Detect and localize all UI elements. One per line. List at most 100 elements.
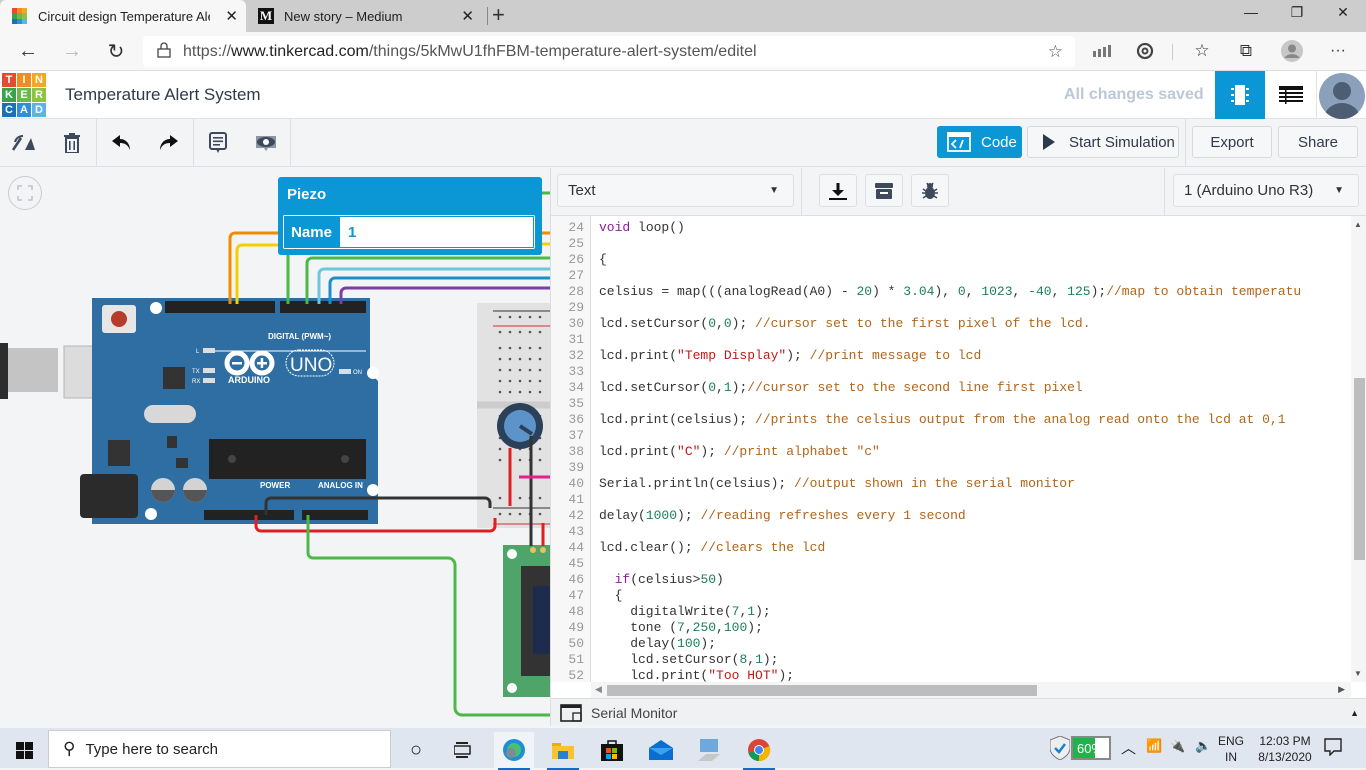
code-line[interactable]: lcd.print("Too HOT"); [599, 668, 794, 682]
edge-app[interactable] [494, 732, 534, 770]
scroll-up-icon[interactable]: ▲ [1354, 220, 1362, 229]
board-dropdown[interactable]: 1 (Arduino Uno R3) ▼ [1173, 174, 1359, 207]
show-hidden-icons[interactable]: ︿ [1121, 737, 1136, 758]
more-menu-icon[interactable]: ··· [1324, 38, 1352, 64]
horizontal-scroll-thumb[interactable] [607, 685, 1037, 696]
code-line[interactable]: digitalWrite(7,1); [599, 604, 770, 620]
mail-app[interactable] [641, 732, 681, 768]
extension-icon[interactable] [1131, 38, 1159, 64]
code-line[interactable]: { [599, 252, 607, 268]
code-line[interactable]: lcd.print(celsius); //prints the celsius… [599, 412, 1286, 428]
user-avatar[interactable] [1319, 73, 1365, 119]
circuit-view-button[interactable] [1215, 71, 1265, 119]
debugger-button[interactable] [911, 174, 949, 207]
download-code-button[interactable] [819, 174, 857, 207]
favorite-star-icon[interactable]: ☆ [1048, 42, 1063, 62]
chrome-app[interactable] [739, 732, 779, 770]
volume-icon[interactable]: 🔈 [1195, 738, 1211, 754]
code-line[interactable]: void loop() [599, 220, 685, 236]
code-label: Code [981, 133, 1017, 151]
export-button[interactable]: Export [1192, 126, 1272, 158]
notifications-icon[interactable] [1324, 738, 1342, 761]
defender-icon[interactable] [1049, 735, 1071, 761]
start-simulation-button[interactable]: Start Simulation [1027, 126, 1179, 158]
code-line[interactable]: lcd.setCursor(0,0); //cursor set to the … [599, 316, 1091, 332]
rotate-button[interactable] [10, 129, 38, 157]
horizontal-scrollbar[interactable]: ◀ ▶ [591, 682, 1351, 698]
line-number-gutter: 24 25 26 27 28 29 30 31 32 33 34 35 36 37 38 39 40 41 42 43… [551, 216, 591, 682]
line-number: 44 [568, 540, 584, 555]
serial-monitor-bar[interactable]: Serial Monitor ▲ [551, 698, 1366, 726]
start-button[interactable] [4, 732, 44, 768]
code-line[interactable]: lcd.clear(); //clears the lcd [599, 540, 825, 556]
language-indicator[interactable]: ENG IN [1218, 733, 1244, 765]
download-icon [829, 182, 847, 200]
minimize-icon[interactable]: — [1228, 0, 1274, 24]
code-line[interactable]: lcd.print("Temp Display"); //print messa… [599, 348, 981, 364]
redo-button[interactable] [154, 129, 182, 157]
tinkercad-logo[interactable]: TIN KER CAD [2, 73, 46, 117]
undo-button[interactable] [108, 129, 136, 157]
breadboard-hole [528, 390, 532, 394]
taskbar-search[interactable]: ⚲ Type here to search [48, 730, 391, 768]
restore-icon[interactable]: ❐ [1274, 0, 1320, 24]
breadboard-hole [518, 368, 522, 372]
chrome-icon [748, 739, 771, 762]
scroll-down-icon[interactable]: ▼ [1354, 669, 1362, 678]
notes-button[interactable] [204, 129, 232, 157]
code-line[interactable]: lcd.setCursor(8,1); [599, 652, 778, 668]
tab-tinkercad[interactable]: Circuit design Temperature Alert ✕ [0, 0, 246, 32]
circuit-canvas[interactable]: DIGITAL (PWM~) UNO ARDUINO L TX RX ON PO… [0, 168, 550, 726]
back-icon[interactable]: ← [14, 38, 42, 64]
code-line[interactable]: delay(100); [599, 636, 716, 652]
code-line[interactable]: { [599, 588, 623, 604]
share-button[interactable]: Share [1278, 126, 1358, 158]
code-line[interactable]: lcd.setCursor(0,1);//cursor set to the s… [599, 380, 1083, 396]
code-line[interactable]: Serial.println(celsius); //output shown … [599, 476, 1075, 492]
notes-visibility-button[interactable] [252, 129, 280, 157]
code-button[interactable]: Code [937, 126, 1022, 158]
code-line[interactable]: if(celsius>50) [599, 572, 724, 588]
code-editor[interactable]: 24 25 26 27 28 29 30 31 32 33 34 35 36 37 38 39 40 41 42 43… [551, 216, 1351, 682]
project-title[interactable]: Temperature Alert System [65, 85, 261, 105]
new-tab-button[interactable]: + [492, 2, 505, 28]
breadboard-hole [508, 357, 512, 361]
breadboard-hole [528, 357, 532, 361]
scroll-left-icon[interactable]: ◀ [595, 684, 602, 695]
url-field[interactable]: https://www.tinkercad.com/things/5kMwU1f… [143, 36, 1075, 67]
profile-icon[interactable] [1278, 38, 1306, 64]
code-line[interactable]: celsius = map(((analogRead(A0) - 20) * 3… [599, 284, 1301, 300]
forward-icon[interactable]: → [58, 38, 86, 64]
libraries-button[interactable] [865, 174, 903, 207]
component-list-button[interactable] [1266, 71, 1316, 119]
computer-app[interactable] [690, 732, 730, 768]
refresh-icon[interactable]: ↻ [102, 38, 130, 64]
favorites-icon[interactable]: ☆ [1188, 38, 1216, 64]
battery-indicator[interactable]: 60% [1071, 736, 1111, 760]
name-input[interactable]: 1 [339, 216, 534, 248]
mail-icon [649, 740, 673, 760]
power-icon[interactable]: 🔌 [1170, 739, 1185, 753]
code-line[interactable]: tone (7,250,100); [599, 620, 763, 636]
delete-button[interactable] [58, 129, 86, 157]
file-explorer-app[interactable] [543, 732, 583, 770]
collections-icon[interactable]: ⧉ [1232, 38, 1260, 64]
cortana-icon[interactable]: ○ [396, 732, 436, 768]
store-app[interactable] [592, 732, 632, 768]
scroll-right-icon[interactable]: ▶ [1338, 684, 1345, 695]
vertical-scroll-thumb[interactable] [1354, 378, 1365, 560]
code-mode-dropdown[interactable]: Text ▼ [557, 174, 794, 207]
wifi-icon[interactable]: 📶 [1146, 738, 1162, 754]
tracking-icon[interactable] [1088, 38, 1116, 64]
close-window-icon[interactable]: ✕ [1320, 0, 1366, 24]
vertical-scrollbar[interactable]: ▲ ▼ [1351, 216, 1366, 682]
code-line[interactable]: lcd.print("C"); //print alphabet "c" [599, 444, 880, 460]
expand-up-icon[interactable]: ▲ [1350, 708, 1359, 718]
close-tab-icon[interactable]: ✕ [461, 7, 474, 25]
task-view-icon[interactable] [443, 732, 483, 768]
code-line[interactable]: delay(1000); //reading refreshes every 1… [599, 508, 966, 524]
tab-medium[interactable]: M New story – Medium ✕ [246, 0, 486, 32]
close-tab-icon[interactable]: ✕ [225, 7, 238, 25]
clock[interactable]: 12:03 PM 8/13/2020 [1252, 733, 1318, 765]
computer-icon [698, 739, 720, 761]
